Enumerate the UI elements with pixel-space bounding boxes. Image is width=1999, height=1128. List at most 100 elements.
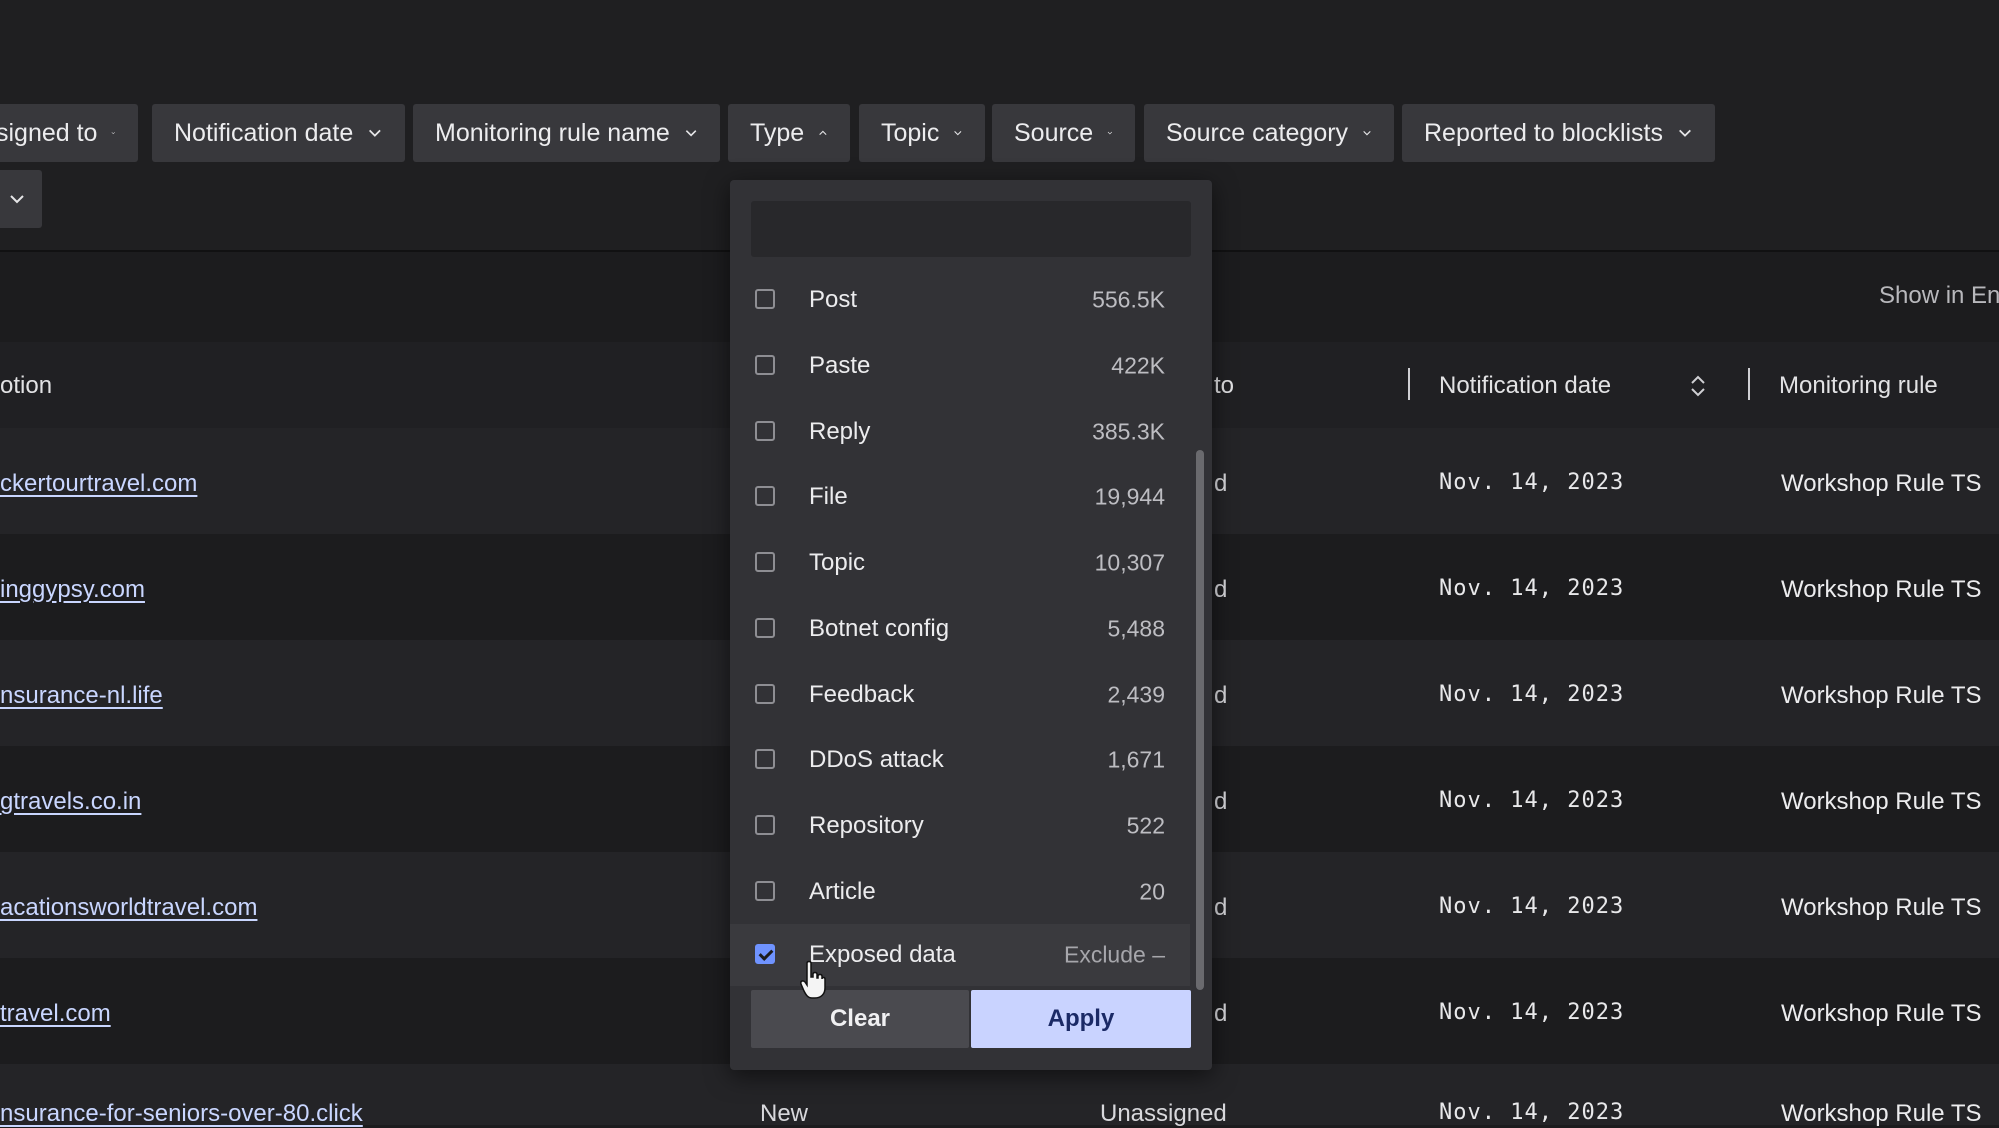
checkbox[interactable]: [755, 486, 775, 506]
type-option-topic[interactable]: Topic 10,307: [730, 532, 1190, 594]
row-date: Nov. 14, 2023: [1439, 788, 1625, 813]
filter-chip-notification-date[interactable]: Notification date: [152, 104, 405, 162]
checkbox[interactable]: [755, 684, 775, 704]
column-header-assigned-to[interactable]: to: [1214, 372, 1234, 400]
filter-chip-label: Source: [1014, 118, 1094, 147]
option-label: Reply: [809, 418, 871, 445]
row-date: Nov. 14, 2023: [1439, 1000, 1625, 1025]
chevron-down-icon: [112, 132, 116, 135]
option-label: DDoS attack: [809, 746, 944, 773]
chevron-down-icon: [1363, 130, 1371, 136]
column-divider: [1408, 368, 1410, 400]
option-count: 20: [1139, 878, 1165, 905]
type-option-botnet-config[interactable]: Botnet config 5,488: [730, 598, 1190, 660]
row-link[interactable]: acationsworldtravel.com: [0, 894, 257, 922]
type-option-paste[interactable]: Paste 422K: [730, 335, 1190, 397]
column-header-notification-date[interactable]: Notification date: [1439, 372, 1611, 400]
checkbox-checked[interactable]: [755, 944, 775, 964]
option-label: Exposed data: [809, 941, 956, 968]
chevron-down-icon: [1679, 129, 1691, 137]
row-rule: Workshop Rule TS: [1781, 576, 1982, 603]
row-link[interactable]: inggypsy.com: [0, 576, 145, 604]
row-assigned: d: [1214, 470, 1228, 497]
chevron-down-icon: [369, 129, 381, 137]
column-divider: [1748, 368, 1750, 400]
row-rule: Workshop Rule TS: [1781, 894, 1982, 921]
chevron-up-icon: [819, 130, 827, 136]
filter-chip-assigned-to[interactable]: signed to: [0, 104, 138, 162]
filter-chip-monitoring-rule-name[interactable]: Monitoring rule name: [413, 104, 720, 162]
type-option-feedback[interactable]: Feedback 2,439: [730, 664, 1190, 726]
row-rule: Workshop Rule TS: [1781, 788, 1982, 815]
option-count: 10,307: [1094, 549, 1165, 576]
row-date: Nov. 14, 2023: [1439, 1100, 1625, 1125]
filter-chip-type[interactable]: Type: [728, 104, 850, 162]
type-option-reply[interactable]: Reply 385.3K: [730, 401, 1190, 463]
hand-cursor-icon: [800, 960, 826, 999]
option-count: 1,671: [1107, 746, 1165, 773]
type-option-exposed-data[interactable]: Exposed data Exclude –: [730, 924, 1190, 986]
checkbox[interactable]: [755, 421, 775, 441]
row-rule: Workshop Rule TS: [1781, 470, 1982, 497]
option-count: 19,944: [1094, 483, 1165, 510]
row-link[interactable]: nsurance-nl.life: [0, 682, 163, 710]
checkbox[interactable]: [755, 881, 775, 901]
option-label: File: [809, 483, 848, 510]
chevron-down-icon: [954, 131, 962, 136]
row-assigned: d: [1214, 1000, 1228, 1027]
filter-chip-label: Topic: [881, 118, 940, 147]
apply-button[interactable]: Apply: [971, 990, 1191, 1048]
row-assigned: d: [1214, 894, 1228, 921]
filter-chip-topic[interactable]: Topic: [859, 104, 985, 162]
type-option-post[interactable]: Post 556.5K: [730, 269, 1190, 331]
type-option-article[interactable]: Article 20: [730, 861, 1190, 923]
row-link[interactable]: travel.com: [0, 1000, 111, 1028]
exclude-toggle[interactable]: Exclude –: [1064, 942, 1165, 969]
row-rule: Workshop Rule TS: [1781, 682, 1982, 709]
option-count: 522: [1126, 812, 1165, 839]
option-count: 2,439: [1107, 681, 1165, 708]
column-header-monitoring-rule[interactable]: Monitoring rule: [1779, 372, 1938, 400]
filter-chip-label: Source category: [1166, 118, 1349, 147]
row-date: Nov. 14, 2023: [1439, 894, 1625, 919]
filter-chip-more[interactable]: [0, 170, 42, 228]
option-count: 422K: [1111, 352, 1165, 379]
checkbox[interactable]: [755, 552, 775, 572]
filter-chip-reported-to-blocklists[interactable]: Reported to blocklists: [1402, 104, 1715, 162]
table-row[interactable]: nsurance-for-seniors-over-80.click New U…: [0, 1064, 1999, 1128]
row-link[interactable]: gtravels.co.in: [0, 788, 141, 816]
show-in-link[interactable]: Show in En: [1879, 282, 1999, 310]
dropdown-scrollbar[interactable]: [1196, 450, 1204, 990]
type-option-ddos-attack[interactable]: DDoS attack 1,671: [730, 729, 1190, 791]
row-rule: Workshop Rule TS: [1781, 1000, 1982, 1027]
type-option-repository[interactable]: Repository 522: [730, 795, 1190, 857]
option-label: Feedback: [809, 681, 915, 708]
sort-icon[interactable]: [1688, 372, 1708, 400]
filter-chip-source[interactable]: Source: [992, 104, 1135, 162]
option-label: Repository: [809, 812, 924, 839]
filter-chip-label: Type: [750, 118, 805, 147]
row-assigned: d: [1214, 576, 1228, 603]
clear-button[interactable]: Clear: [751, 990, 969, 1048]
checkbox[interactable]: [755, 355, 775, 375]
chevron-down-icon: [1107, 131, 1113, 135]
row-assigned: d: [1214, 682, 1228, 709]
option-label: Paste: [809, 352, 871, 379]
checkbox[interactable]: [755, 749, 775, 769]
checkbox[interactable]: [755, 815, 775, 835]
row-date: Nov. 14, 2023: [1439, 682, 1625, 707]
column-header-description[interactable]: otion: [0, 372, 52, 400]
type-search-input[interactable]: [751, 201, 1191, 257]
checkbox[interactable]: [755, 618, 775, 638]
filter-chip-source-category[interactable]: Source category: [1144, 104, 1394, 162]
option-label: Post: [809, 286, 858, 313]
row-date: Nov. 14, 2023: [1439, 576, 1625, 601]
option-label: Botnet config: [809, 615, 950, 642]
type-option-file[interactable]: File 19,944: [730, 466, 1190, 528]
type-filter-dropdown: Post 556.5K Paste 422K Reply 385.3K File…: [730, 180, 1212, 1070]
row-link[interactable]: ckertourtravel.com: [0, 470, 197, 498]
checkbox[interactable]: [755, 289, 775, 309]
option-count: 385.3K: [1092, 418, 1165, 445]
row-link[interactable]: nsurance-for-seniors-over-80.click: [0, 1100, 363, 1128]
row-rule: Workshop Rule TS: [1781, 1100, 1982, 1127]
